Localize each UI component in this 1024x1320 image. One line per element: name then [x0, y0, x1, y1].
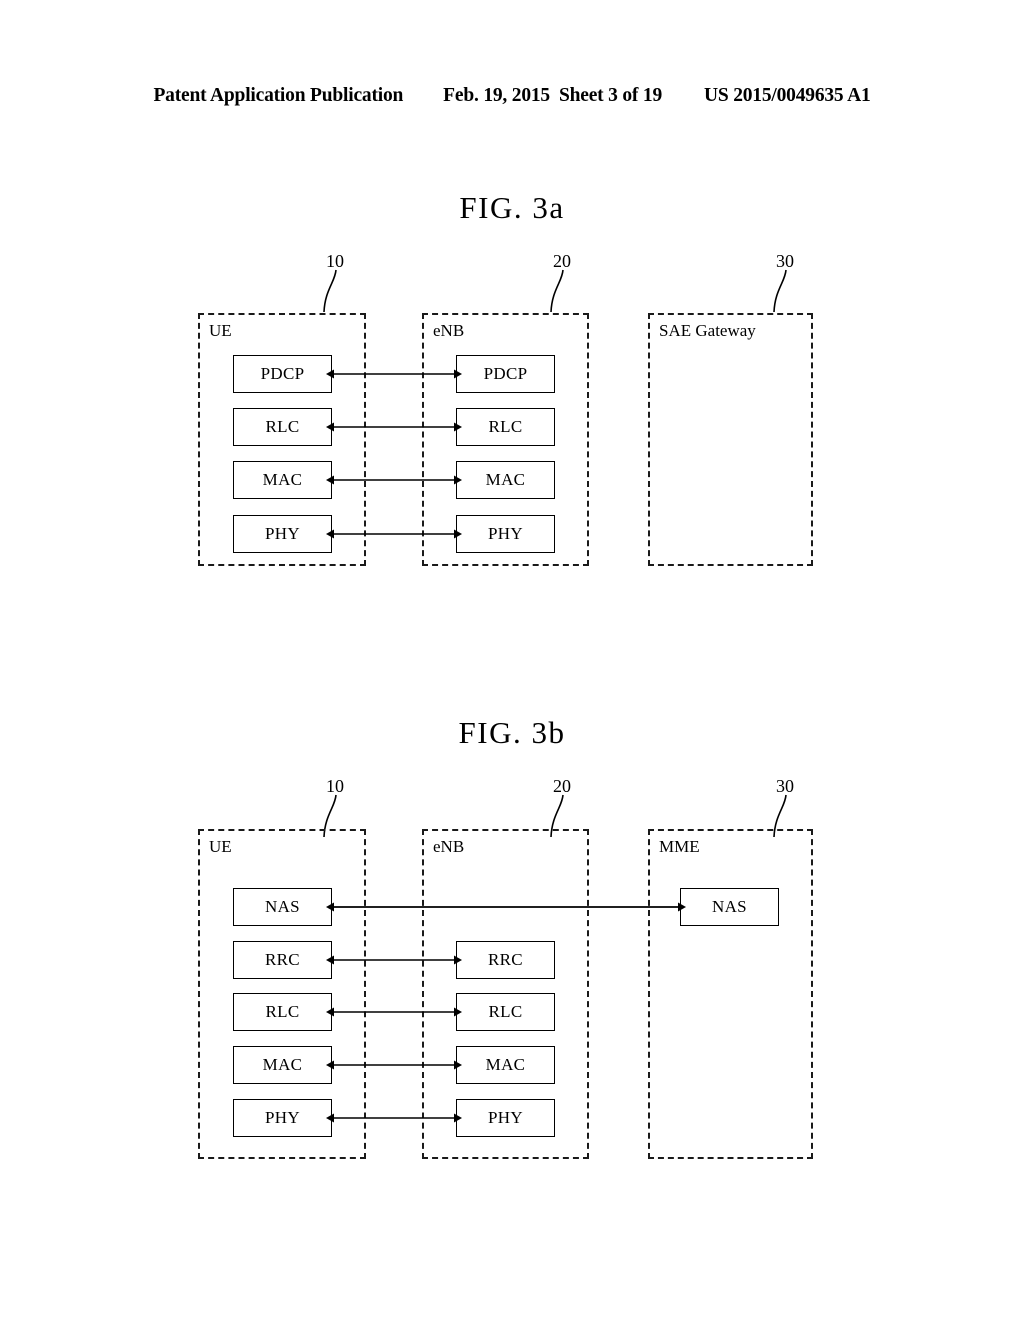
entity-ue-label: UE [209, 321, 232, 340]
ue-layer-rrc: RRC [233, 941, 332, 979]
entity-ue-label-b: UE [209, 837, 232, 856]
figure-3a-title: FIG. 3a [459, 190, 565, 225]
entity-sae-gateway-label: SAE Gateway [659, 321, 756, 340]
connectors-3a [326, 369, 462, 539]
leader-line-30 [773, 269, 787, 313]
connector-nas [326, 902, 686, 912]
leader-line-10 [323, 269, 337, 313]
ue-layer-mac-b: MAC [233, 1046, 332, 1084]
entity-mme-label: MME [659, 837, 700, 856]
ue-layer-rlc: RLC [233, 408, 332, 446]
entity-enb-label: eNB [433, 321, 465, 340]
figure-3b: FIG. 3b 10 20 30 UE NAS RRC RLC MAC PHY … [0, 705, 1024, 1205]
publication-date: Feb. 19, 2015 [443, 85, 550, 106]
enb-layer-mac: MAC [456, 461, 555, 499]
enb-layer-phy: PHY [456, 515, 555, 553]
ue-layer-rlc-b: RLC [233, 993, 332, 1031]
enb-layer-mac-b: MAC [456, 1046, 555, 1084]
enb-layer-rlc: RLC [456, 408, 555, 446]
enb-layer-pdcp: PDCP [456, 355, 555, 393]
ue-layer-phy-b: PHY [233, 1099, 332, 1137]
ue-layer-nas: NAS [233, 888, 332, 926]
enb-layer-rlc-b: RLC [456, 993, 555, 1031]
connectors-3b [326, 955, 462, 1123]
ue-layer-pdcp: PDCP [233, 355, 332, 393]
entity-enb-label-b: eNB [433, 837, 465, 856]
figure-3a: FIG. 3a 10 20 30 UE PDCP RLC MAC PHY eNB… [0, 180, 1024, 650]
figure-3b-title: FIG. 3b [458, 715, 566, 750]
enb-layer-rrc: RRC [456, 941, 555, 979]
sheet-number: Sheet 3 of 19 [558, 85, 662, 106]
mme-layer-nas: NAS [680, 888, 779, 926]
patent-number: US 2015/0049635 A1 [704, 85, 871, 106]
enb-layer-phy-b: PHY [456, 1099, 555, 1137]
publication-label: Patent Application Publication [153, 85, 404, 106]
entity-mme: MME [648, 829, 813, 1159]
ue-layer-phy: PHY [233, 515, 332, 553]
ue-layer-mac: MAC [233, 461, 332, 499]
page-header: Patent Application Publication Feb. 19, … [0, 85, 1024, 111]
entity-sae-gateway: SAE Gateway [648, 313, 813, 566]
leader-line-20 [550, 269, 564, 313]
